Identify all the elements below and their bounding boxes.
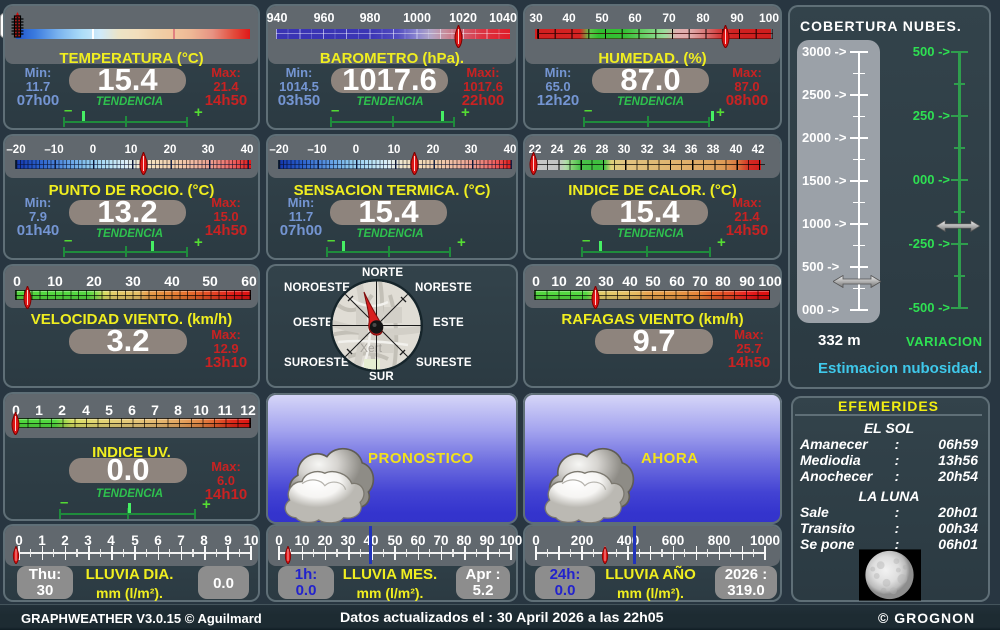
svg-text:Xert: Xert: [360, 341, 383, 355]
